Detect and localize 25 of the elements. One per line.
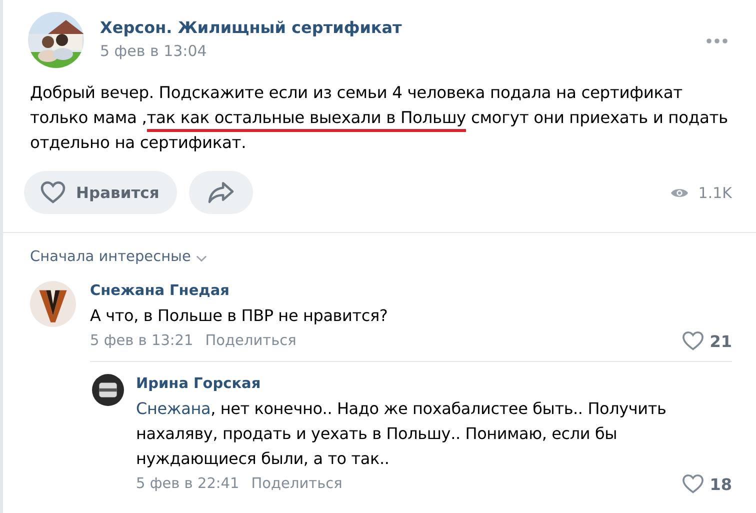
author-name[interactable]: Ирина Горская	[136, 374, 732, 394]
share-link[interactable]: Поделиться	[205, 333, 296, 349]
share-button[interactable]	[189, 171, 254, 214]
comment-date[interactable]: 5 фев в 13:21	[90, 333, 194, 349]
like-button[interactable]: 21	[682, 331, 732, 351]
eye-icon	[670, 186, 690, 198]
post-date[interactable]: 5 фев в 13:04	[100, 40, 402, 62]
group-name[interactable]: Херсон. Жилищный сертификат	[100, 16, 402, 40]
share-icon	[207, 181, 236, 204]
heart-icon	[40, 181, 66, 204]
more-icon[interactable]	[706, 38, 728, 44]
comment-date[interactable]: 5 фев в 22:41	[136, 476, 240, 492]
mention-link[interactable]: Снежана	[136, 399, 211, 418]
sort-dropdown[interactable]: Сначала интересные	[30, 249, 207, 265]
share-link[interactable]: Поделиться	[251, 476, 342, 492]
comment-text: А что, в Польше в ПВР не нравится?	[90, 305, 389, 327]
post-text: Добрый вечер. Подскажите если из семьи 4 человека подала на сертификат только мама ,так как остальные выехали в Польшу смогут они приехать и подать отдельно на сертификат.	[30, 82, 729, 154]
comment-text: Снежана, нет конечно.. Надо же похабалистее быть.. Получить нахаляву, продать и уехать в Польшу.. Понимаю, если бы нуждающиеся были, а то так..	[136, 398, 668, 470]
author-name[interactable]: Снежана Гнедая	[90, 281, 732, 301]
like-button[interactable]: 18	[682, 474, 732, 494]
heart-icon	[682, 474, 704, 494]
view-count: 1.1K	[698, 184, 732, 202]
heart-icon	[682, 331, 704, 351]
chevron-icon	[196, 255, 207, 262]
like-button[interactable]: Нравится	[24, 171, 178, 214]
